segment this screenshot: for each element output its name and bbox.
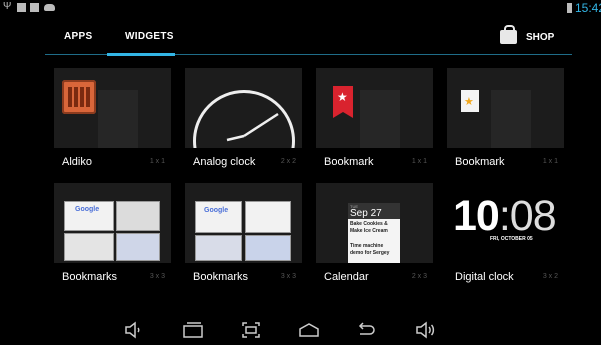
bookmark-ribbon-icon: ★ [333, 86, 353, 118]
widget-name: Analog clock [193, 156, 256, 168]
widget-name: Calendar [324, 271, 369, 283]
shop-label: SHOP [526, 32, 555, 43]
bookmark-thumbnail: Google [195, 201, 242, 233]
widget-name: Aldiko [62, 156, 92, 168]
widget-preview [185, 68, 302, 148]
status-bar: Ψ 15:42 [0, 0, 601, 17]
tab-widgets[interactable]: WIDGETS [125, 31, 174, 42]
widget-preview: 10:08 FRI, OCTOBER 05 [447, 183, 564, 263]
home-icon[interactable] [298, 320, 320, 340]
widget-size: 3 x 3 [280, 273, 296, 280]
bookmark-thumbnail [116, 201, 160, 231]
widget-preview: ★ [447, 68, 564, 148]
bookmark-thumbnail [116, 233, 160, 261]
notification-icon [30, 3, 39, 12]
widget-name: Bookmarks [193, 271, 249, 283]
bookmark-thumbnail [245, 201, 291, 233]
calendar-events: Bake Cookies & Make Ice Cream Time machi… [348, 219, 400, 263]
widget-name: Bookmarks [62, 271, 118, 283]
widget-size: 1 x 1 [411, 158, 427, 165]
shopping-bag-icon [500, 25, 517, 44]
widget-preview: TUE Sep 27 Bake Cookies & Make Ice Cream… [316, 183, 433, 263]
android-icon [44, 4, 55, 11]
widget-preview [54, 68, 171, 148]
widget-size: 1 x 1 [542, 158, 558, 165]
back-icon[interactable] [182, 320, 204, 340]
widget-preview: ★ [316, 68, 433, 148]
bookmark-thumbnail [245, 235, 291, 261]
bookmark-page-icon: ★ [461, 90, 479, 112]
widget-size: 2 x 2 [280, 158, 296, 165]
tab-bar: APPS WIDGETS SHOP [0, 17, 601, 56]
star-icon: ★ [337, 90, 348, 104]
tab-selected-indicator [107, 53, 175, 56]
battery-icon [567, 3, 572, 13]
volume-up-icon[interactable] [414, 320, 436, 340]
bookmark-thumbnail [64, 233, 114, 261]
digital-clock-time: 10:08 [453, 192, 557, 240]
calendar-date: Sep 27 [350, 208, 382, 219]
star-icon: ★ [464, 96, 474, 108]
widget-size: 3 x 3 [149, 273, 165, 280]
back-arrow-icon[interactable] [355, 320, 377, 340]
widget-size: 3 x 2 [542, 273, 558, 280]
volume-down-icon[interactable] [122, 320, 144, 340]
widget-preview: Google [185, 183, 302, 263]
aldiko-icon [62, 80, 96, 114]
widget-name: Digital clock [455, 271, 514, 283]
digital-clock-date: FRI, OCTOBER 05 [490, 236, 533, 242]
navigation-bar [0, 318, 601, 345]
tab-apps[interactable]: APPS [64, 31, 92, 42]
notification-icon [17, 3, 26, 12]
status-time: 15:42 [575, 1, 601, 15]
bookmark-thumbnail: Google [64, 201, 114, 231]
usb-icon: Ψ [3, 1, 12, 12]
widget-size: 1 x 1 [149, 158, 165, 165]
bookmark-thumbnail [195, 235, 242, 261]
widget-name: Bookmark [324, 156, 374, 168]
clock-hands [226, 112, 279, 142]
widget-size: 2 x 3 [411, 273, 427, 280]
screenshot-icon[interactable] [240, 320, 262, 340]
widget-preview: Google [54, 183, 171, 263]
widget-name: Bookmark [455, 156, 505, 168]
calendar-header: TUE Sep 27 [348, 203, 400, 219]
